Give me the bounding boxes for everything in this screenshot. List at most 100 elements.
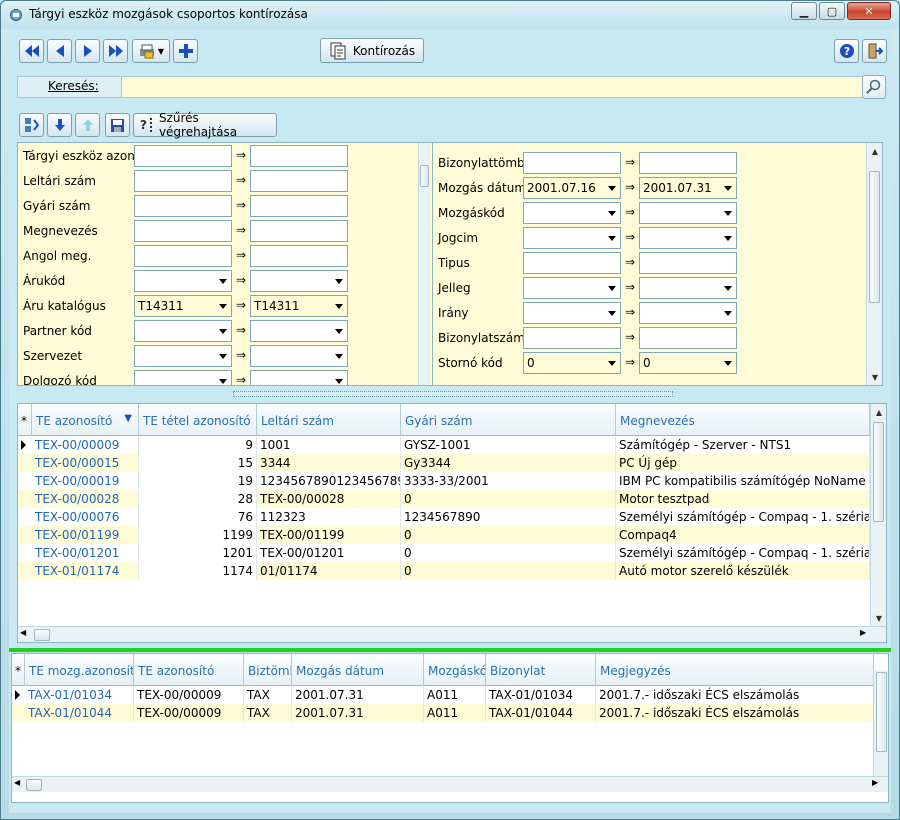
link-cell[interactable]: TAX-01/01034 [25,686,134,704]
link-cell[interactable]: TEX-00/00028 [32,490,139,508]
scroll-up-icon[interactable]: ▲ [867,143,883,159]
help-button[interactable]: ? [834,39,859,63]
scroll-left-icon[interactable]: ◀ [14,778,20,787]
table-row[interactable]: TEX-00/00076 76 112323 1234567890 Személyi s… [18,508,886,526]
row-selector[interactable] [18,544,32,562]
filter-from-dropdown[interactable] [523,302,621,324]
filter-to-input[interactable] [250,170,348,192]
link-cell[interactable]: TEX-00/00076 [32,508,139,526]
filter-from-input[interactable] [134,145,232,167]
move-down-button[interactable] [47,113,72,137]
filter-from-dropdown[interactable] [134,270,232,292]
movement-grid-vscrollbar[interactable] [873,670,888,776]
filter-from-input[interactable] [134,220,232,242]
filter-options-button[interactable] [19,113,44,137]
row-selector[interactable] [18,490,32,508]
filter-to-input[interactable] [639,252,737,274]
filter-from-dropdown[interactable]: 2001.07.16 [523,177,621,199]
scroll-thumb[interactable] [34,629,50,641]
sort-down-icon[interactable]: ▼ [124,413,132,424]
scroll-down-icon[interactable]: ▼ [871,610,886,626]
minimize-button[interactable]: ▁ [791,2,817,20]
previous-record-button[interactable] [47,39,72,63]
link-cell[interactable]: TEX-00/00009 [32,436,139,454]
link-cell[interactable]: TEX-00/00015 [32,454,139,472]
filter-from-input[interactable] [523,152,621,174]
panel-splitter[interactable] [233,391,673,397]
table-row[interactable]: TEX-00/01201 1201 TEX-00/01201 0 Személyi sz… [18,544,886,562]
move-up-button[interactable] [75,113,100,137]
filter-from-dropdown[interactable] [523,227,621,249]
row-selector[interactable] [12,704,26,722]
column-header[interactable]: Mozgás dátum [292,654,424,686]
link-cell[interactable]: TAX-01/01044 [25,704,134,722]
row-selector[interactable] [18,454,32,472]
scroll-thumb[interactable] [869,171,880,303]
link-cell[interactable]: TEX-00/00019 [32,472,139,490]
table-row[interactable]: TEX-00/00015 15 3344 Gy3344 PC Új gép [18,454,886,472]
current-row-icon[interactable] [18,436,32,454]
filter-from-dropdown[interactable]: T14311 [134,295,232,317]
movement-grid-hscrollbar[interactable]: ◀ ▶ [12,776,888,792]
column-header[interactable]: TE azonosító [134,654,244,686]
search-input[interactable] [126,79,866,95]
maximize-button[interactable]: ▢ [819,2,845,20]
add-button[interactable] [173,39,198,63]
scroll-thumb[interactable] [420,165,429,187]
table-row[interactable]: TEX-00/00028 28 TEX-00/00028 0 Motor tesztpa… [18,490,886,508]
scroll-right-icon[interactable]: ▶ [872,778,878,787]
filter-to-dropdown[interactable] [639,227,737,249]
filter-from-dropdown[interactable]: 0 [523,352,621,374]
filter-right-scrollbar[interactable]: ▲ ▼ [866,143,882,385]
filter-from-dropdown[interactable] [134,320,232,342]
filter-from-dropdown[interactable] [134,345,232,367]
table-row[interactable]: TEX-00/01199 1199 TEX-00/01199 0 Compaq4 [18,526,886,544]
filter-to-input[interactable] [250,245,348,267]
column-header[interactable]: TE tétel azonosító [139,404,257,436]
close-button[interactable]: ✕ [847,2,891,20]
scroll-up-icon[interactable]: ▲ [871,404,886,420]
filter-to-dropdown[interactable] [639,277,737,299]
scroll-thumb[interactable] [26,779,42,791]
column-header[interactable]: Mozgáskód [424,654,486,686]
filter-to-dropdown[interactable] [250,370,348,385]
row-selector[interactable] [18,508,32,526]
row-selector[interactable] [18,562,32,580]
print-dropdown-button[interactable]: ▼ [132,39,170,63]
filter-left-scrollbar[interactable] [418,143,430,385]
filter-to-dropdown[interactable]: 0 [639,352,737,374]
link-cell[interactable]: TEX-00/01201 [32,544,139,562]
scroll-right-icon[interactable]: ▶ [860,628,866,637]
filter-to-dropdown[interactable] [639,302,737,324]
current-row-icon[interactable] [12,686,26,704]
filter-from-dropdown[interactable] [523,277,621,299]
filter-to-dropdown[interactable] [250,345,348,367]
apply-filter-button[interactable]: ? Szűrés végrehajtása [133,111,277,139]
column-header[interactable]: TE azonosító ▼ [32,404,139,436]
asset-grid-hscrollbar[interactable]: ◀ ▶ [18,626,886,642]
link-cell[interactable]: TEX-01/01174 [32,562,139,580]
column-header[interactable]: Bizonylat [486,654,596,686]
save-filter-button[interactable] [105,113,130,137]
scroll-thumb[interactable] [876,672,887,752]
filter-to-input[interactable] [250,220,348,242]
scroll-left-icon[interactable]: ◀ [20,628,26,637]
table-row[interactable]: TEX-00/00009 9 1001 GYSZ-1001 Számítógép - S… [18,436,886,454]
filter-from-dropdown[interactable] [134,370,232,385]
filter-from-input[interactable] [134,170,232,192]
column-header[interactable]: Gyári szám [401,404,616,436]
asset-grid-vscrollbar[interactable]: ▲ ▼ [870,404,886,626]
filter-from-input[interactable] [523,327,621,349]
scroll-thumb[interactable] [873,422,884,522]
filter-to-input[interactable] [250,195,348,217]
filter-to-input[interactable] [250,145,348,167]
table-row[interactable]: TAX-01/01044 TEX-00/00009 TAX 2001.07.31 A01… [12,704,888,722]
filter-from-input[interactable] [523,252,621,274]
column-header[interactable]: Leltári szám [257,404,401,436]
filter-from-input[interactable] [134,245,232,267]
next-record-button[interactable] [75,39,100,63]
filter-to-input[interactable] [639,327,737,349]
filter-to-dropdown[interactable]: T14311 [250,295,348,317]
column-header[interactable]: Megjegyzés [596,654,874,686]
row-selector[interactable] [18,526,32,544]
